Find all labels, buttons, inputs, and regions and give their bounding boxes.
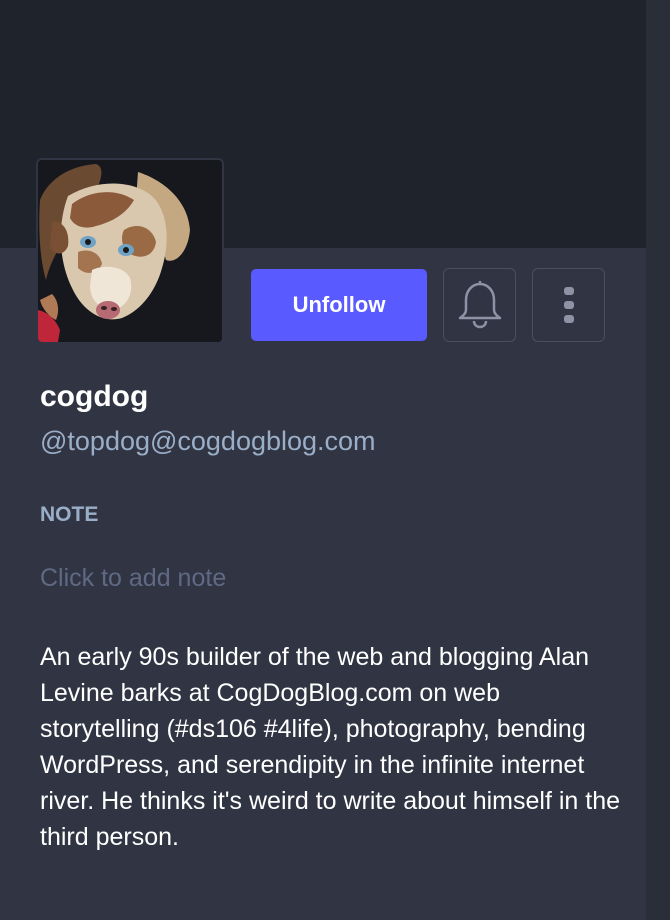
display-name: cogdog	[40, 380, 149, 413]
notify-button[interactable]	[443, 268, 516, 342]
unfollow-button[interactable]: Unfollow	[251, 269, 427, 341]
account-bio: An early 90s builder of the web and blog…	[40, 643, 621, 851]
bell-icon	[458, 281, 501, 329]
account-handle: @topdog@cogdogblog.com	[40, 426, 376, 456]
more-options-button[interactable]	[532, 268, 605, 342]
avatar[interactable]	[36, 158, 224, 344]
note-label: NOTE	[40, 503, 99, 526]
scrollbar[interactable]	[646, 0, 670, 920]
dog-portrait-image	[38, 160, 222, 342]
vertical-ellipsis-icon	[563, 287, 574, 323]
note-input[interactable]: Click to add note	[40, 564, 226, 593]
